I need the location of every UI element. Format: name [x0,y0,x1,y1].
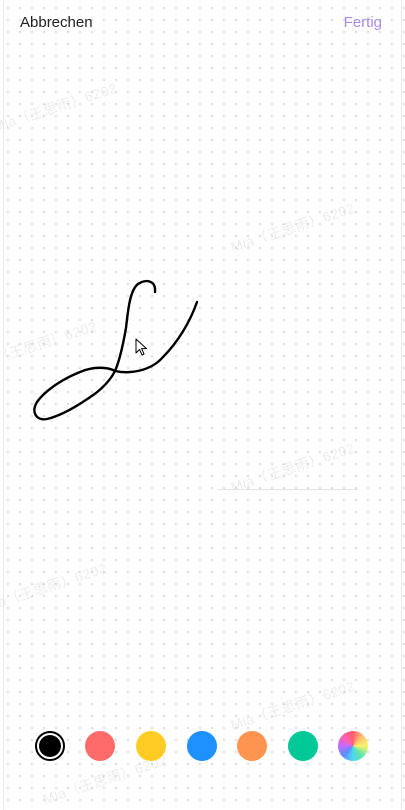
header-bar: Abbrechen Fertig [0,0,405,46]
color-swatch-blue[interactable] [187,731,217,761]
color-swatch-yellow[interactable] [136,731,166,761]
signature-stroke [33,279,199,421]
color-swatch-green[interactable] [288,731,318,761]
color-swatch-black[interactable] [35,731,65,761]
color-swatch-orange[interactable] [237,731,267,761]
color-swatch-rainbow[interactable] [338,731,368,761]
color-swatch-red[interactable] [85,731,115,761]
cancel-button[interactable]: Abbrechen [20,14,93,31]
mouse-pointer-icon [135,338,147,356]
done-button[interactable]: Fertig [344,14,382,31]
selected-color-dot [39,735,61,757]
color-palette [0,728,405,764]
